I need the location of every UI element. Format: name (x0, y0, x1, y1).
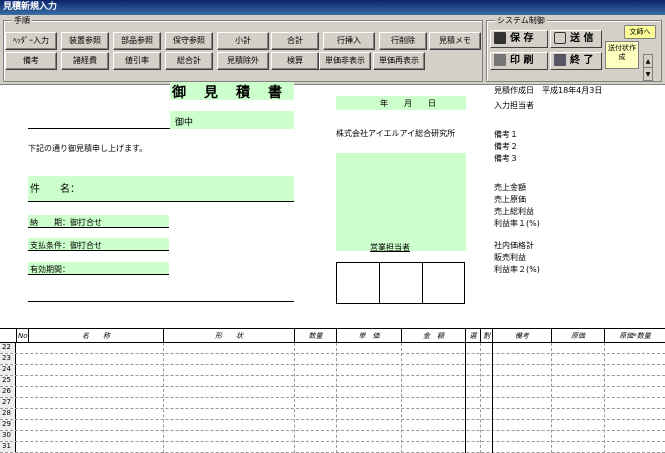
payment-label: 支払条件：御打合せ (30, 241, 102, 250)
row-number: 30 (0, 431, 16, 441)
sales-rep-label: 営業担当者 (370, 243, 410, 252)
col-no: No (16, 329, 28, 343)
col-shape: 形 状 (163, 329, 294, 343)
remark-2: 備考２ (494, 142, 518, 151)
date-label: 年 月 日 (380, 99, 436, 108)
send-label: 送 信 (570, 33, 594, 44)
items-table: No 名 称 形 状 数量 単 価 金 額 選 割 備考 原価 原価*数量 22… (0, 328, 665, 453)
col-amount: 金 額 (401, 329, 465, 343)
maintenance-ref-button[interactable]: 保守参照 (165, 32, 213, 50)
printer-icon (494, 54, 506, 66)
save-label: 保 存 (510, 33, 534, 44)
col-name: 名 称 (28, 329, 163, 343)
row-number: 25 (0, 376, 16, 386)
col-cost-qty: 原価*数量 (604, 329, 665, 343)
down-arrow-icon[interactable]: ▼ (644, 68, 652, 81)
window-title: 見積新規入力 (0, 0, 665, 15)
exclude-button[interactable]: 見積除外 (217, 52, 269, 70)
exit-label: 終 了 (570, 55, 594, 66)
show-price-button[interactable]: 単価再表示 (373, 52, 425, 70)
print-button[interactable]: 印 刷 (490, 52, 548, 70)
col-qty: 数量 (294, 329, 336, 343)
table-row[interactable]: 26 (0, 387, 665, 398)
gross-profit: 売上総利益 (494, 207, 534, 216)
col-select: 選 (465, 329, 480, 343)
approval-stamp-box (336, 262, 465, 304)
internal-price: 社内価格計 (494, 241, 534, 250)
col-discount: 割 (480, 329, 492, 343)
procedure-group: 手順 (3, 15, 483, 82)
sales-cost: 売上原価 (494, 195, 526, 204)
doc-to-button[interactable]: 文師へ (624, 25, 656, 39)
remark-3: 備考３ (494, 154, 518, 163)
created-date: 見積作成日 平成18年4月3日 (494, 86, 603, 95)
intro-text: 下記の通り御見積申し上げます。 (28, 144, 148, 153)
spin-control[interactable]: ▲ ▼ (643, 54, 653, 82)
discount-button[interactable]: 値引率 (113, 52, 161, 70)
row-number: 31 (0, 442, 16, 452)
validity-label: 有効期間： (30, 265, 70, 274)
table-header: No 名 称 形 状 数量 単 価 金 額 選 割 備考 原価 原価*数量 (0, 329, 665, 343)
expenses-button[interactable]: 諸経費 (61, 52, 109, 70)
exit-button[interactable]: 終 了 (550, 52, 602, 70)
table-row[interactable]: 22 (0, 343, 665, 354)
table-row[interactable]: 31 (0, 442, 665, 453)
col-remarks: 備考 (492, 329, 551, 343)
doc-title: 御 見 積 書 (172, 85, 284, 101)
company-name: 株式会社アイエルアイ総合研究所 (336, 129, 456, 138)
floppy-icon (494, 32, 506, 44)
verify-button[interactable]: 検算 (271, 52, 319, 70)
estimate-memo-button[interactable]: 見積メモ (429, 32, 481, 50)
table-row[interactable]: 28 (0, 409, 665, 420)
table-row[interactable]: 30 (0, 431, 665, 442)
row-number: 27 (0, 398, 16, 408)
onchu-label: 御中 (175, 118, 194, 128)
save-button[interactable]: 保 存 (490, 30, 548, 48)
up-arrow-icon[interactable]: ▲ (644, 55, 652, 68)
delivery-label: 納 期：御打合せ (30, 218, 102, 227)
profit-rate-1: 利益率１(%) (494, 219, 540, 228)
col-cost: 原価 (551, 329, 604, 343)
send-icon (554, 32, 566, 44)
remarks-button[interactable]: 備考 (5, 52, 57, 70)
remark-1: 備考１ (494, 130, 518, 139)
print-label: 印 刷 (510, 55, 534, 66)
col-unit-price: 単 価 (336, 329, 401, 343)
input-person: 入力担当者 (494, 101, 534, 110)
total-button[interactable]: 合計 (271, 32, 319, 50)
table-row[interactable]: 25 (0, 376, 665, 387)
row-number: 24 (0, 365, 16, 375)
system-group-label: システム制御 (495, 15, 547, 26)
table-row[interactable]: 24 (0, 365, 665, 376)
sales-profit: 販売利益 (494, 253, 526, 262)
header-input-button[interactable]: ﾍｯﾀﾞｰ入力 (5, 32, 57, 50)
company-stamp-area[interactable] (336, 153, 466, 251)
table-row[interactable]: 27 (0, 398, 665, 409)
subtotal-button[interactable]: 小計 (217, 32, 269, 50)
sales-amount: 売上金額 (494, 183, 526, 192)
send-status-button[interactable]: 送付状作成 (605, 41, 639, 69)
device-ref-button[interactable]: 装置参照 (61, 32, 109, 50)
exit-door-icon (554, 54, 566, 66)
grand-total-button[interactable]: 総合計 (165, 52, 213, 70)
delete-row-button[interactable]: 行削除 (379, 32, 427, 50)
customer-name-field[interactable] (28, 112, 170, 129)
row-number: 28 (0, 409, 16, 419)
row-number: 22 (0, 343, 16, 353)
table-row[interactable]: 29 (0, 420, 665, 431)
insert-row-button[interactable]: 行挿入 (323, 32, 375, 50)
toolbar: 手順 ﾍｯﾀﾞｰ入力 装置参照 部品参照 保守参照 小計 合計 行挿入 行削除 … (0, 15, 665, 85)
row-number: 29 (0, 420, 16, 430)
subject-label: 件 名： (30, 184, 80, 195)
send-button[interactable]: 送 信 (550, 30, 602, 48)
row-number: 26 (0, 387, 16, 397)
hide-price-button[interactable]: 単価非表示 (319, 52, 371, 70)
procedure-group-label: 手順 (12, 15, 32, 26)
row-number: 23 (0, 354, 16, 364)
extra-field[interactable] (28, 284, 294, 302)
table-row[interactable]: 23 (0, 354, 665, 365)
parts-ref-button[interactable]: 部品参照 (113, 32, 161, 50)
profit-rate-2: 利益率２(%) (494, 265, 540, 274)
